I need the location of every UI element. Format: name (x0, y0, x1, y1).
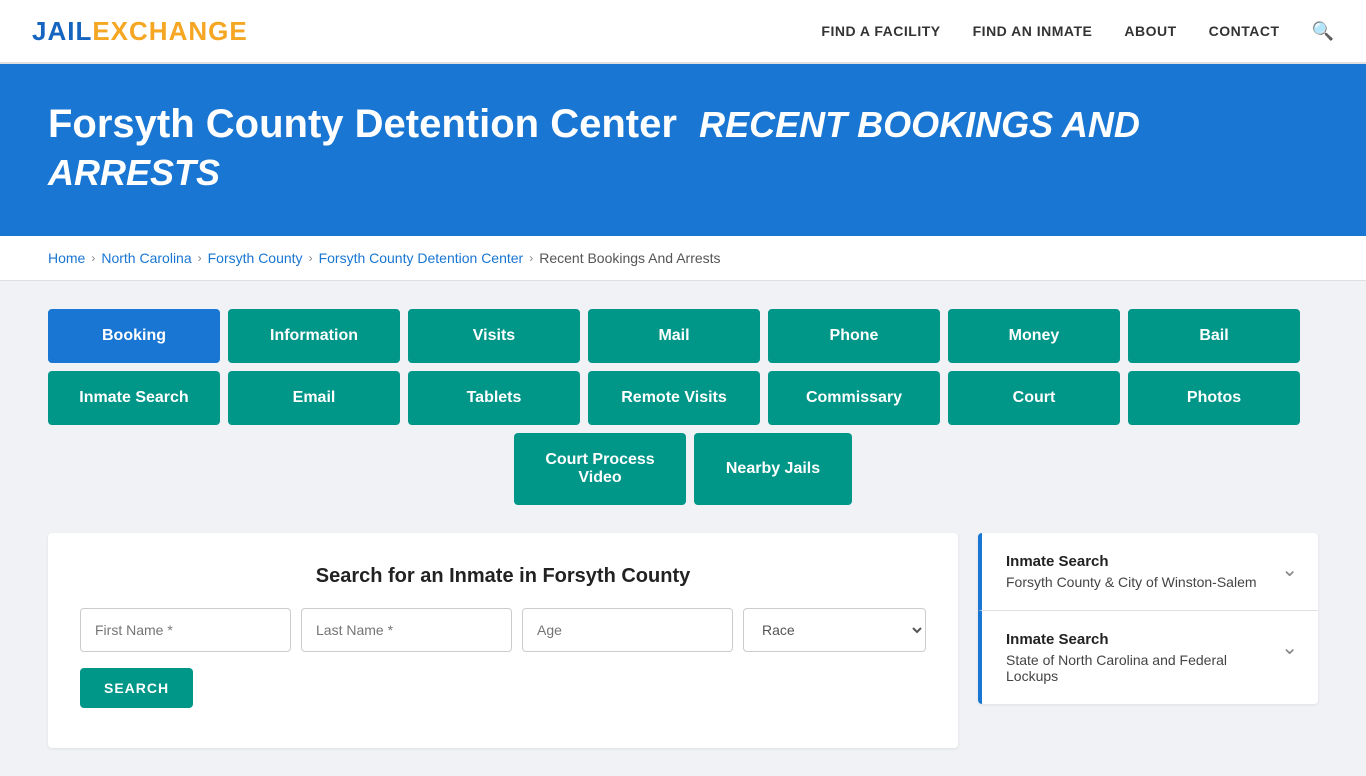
breadcrumb-north-carolina[interactable]: North Carolina (101, 250, 191, 266)
race-select[interactable]: RaceWhiteBlackHispanicAsianOther (743, 608, 926, 652)
first-name-input[interactable] (80, 608, 291, 652)
search-title: Search for an Inmate in Forsyth County (80, 565, 926, 588)
breadcrumb-separator: › (198, 251, 202, 265)
tab-visits[interactable]: Visits (408, 309, 580, 363)
tab-row-1: BookingInformationVisitsMailPhoneMoneyBa… (48, 309, 1318, 363)
tab-row-3: Court Process VideoNearby Jails (48, 433, 1318, 505)
tab-nearby-jails[interactable]: Nearby Jails (694, 433, 852, 505)
tab-court-process-video[interactable]: Court Process Video (514, 433, 686, 505)
breadcrumb-forsyth-county[interactable]: Forsyth County (208, 250, 303, 266)
sidebar-item-text: Inmate Search State of North Carolina an… (1006, 631, 1281, 684)
search-icon[interactable]: 🔍 (1312, 21, 1334, 42)
tab-remote-visits[interactable]: Remote Visits (588, 371, 760, 425)
tab-phone[interactable]: Phone (768, 309, 940, 363)
age-input[interactable] (522, 608, 733, 652)
breadcrumb-home[interactable]: Home (48, 250, 85, 266)
logo[interactable]: JAILEXCHANGE (32, 16, 248, 47)
breadcrumb: Home › North Carolina › Forsyth County › Forsy… (0, 236, 1366, 281)
search-fields: RaceWhiteBlackHispanicAsianOther (80, 608, 926, 652)
nav-find-facility[interactable]: FIND A FACILITY (821, 23, 940, 39)
sidebar-panel: Inmate Search Forsyth County & City of W… (978, 533, 1318, 704)
tab-row-2: Inmate SearchEmailTabletsRemote VisitsCo… (48, 371, 1318, 425)
logo-exchange: EXCHANGE (92, 16, 247, 46)
tab-tablets[interactable]: Tablets (408, 371, 580, 425)
tab-booking[interactable]: Booking (48, 309, 220, 363)
navbar: JAILEXCHANGE FIND A FACILITY FIND AN INMA… (0, 0, 1366, 64)
hero-title-main: Forsyth County Detention Center (48, 102, 677, 146)
tab-bail[interactable]: Bail (1128, 309, 1300, 363)
breadcrumb-separator: › (529, 251, 533, 265)
tab-inmate-search[interactable]: Inmate Search (48, 371, 220, 425)
tab-commissary[interactable]: Commissary (768, 371, 940, 425)
breadcrumb-detention-center[interactable]: Forsyth County Detention Center (319, 250, 524, 266)
lower-section: Search for an Inmate in Forsyth County R… (48, 533, 1318, 748)
nav-find-inmate[interactable]: FIND AN INMATE (973, 23, 1093, 39)
tab-court[interactable]: Court (948, 371, 1120, 425)
sidebar-item-subtitle: Forsyth County & City of Winston-Salem (1006, 574, 1257, 590)
nav-about[interactable]: ABOUT (1124, 23, 1176, 39)
hero-banner: Forsyth County Detention Center RECENT B… (0, 64, 1366, 236)
chevron-down-icon: ⌄ (1281, 635, 1298, 660)
nav-links: FIND A FACILITY FIND AN INMATE ABOUT CONTAC… (821, 21, 1334, 42)
breadcrumb-separator: › (91, 251, 95, 265)
tab-grid: BookingInformationVisitsMailPhoneMoneyBa… (48, 309, 1318, 505)
nav-contact[interactable]: CONTACT (1209, 23, 1280, 39)
sidebar-item-title: Inmate Search (1006, 631, 1281, 648)
sidebar-item-subtitle: State of North Carolina and Federal Lock… (1006, 652, 1281, 684)
breadcrumb-recent-bookings: Recent Bookings And Arrests (539, 250, 720, 266)
search-button[interactable]: SEARCH (80, 668, 193, 708)
page-title: Forsyth County Detention Center RECENT B… (48, 100, 1318, 196)
tab-information[interactable]: Information (228, 309, 400, 363)
main-content: BookingInformationVisitsMailPhoneMoneyBa… (0, 281, 1366, 776)
sidebar-inmate-search-forsyth[interactable]: Inmate Search Forsyth County & City of W… (978, 533, 1318, 611)
sidebar-inmate-search-nc[interactable]: Inmate Search State of North Carolina an… (978, 611, 1318, 704)
sidebar-item-title: Inmate Search (1006, 553, 1257, 570)
chevron-down-icon: ⌄ (1281, 557, 1298, 582)
tab-photos[interactable]: Photos (1128, 371, 1300, 425)
search-panel: Search for an Inmate in Forsyth County R… (48, 533, 958, 748)
logo-jail: JAIL (32, 16, 92, 46)
last-name-input[interactable] (301, 608, 512, 652)
tab-mail[interactable]: Mail (588, 309, 760, 363)
tab-money[interactable]: Money (948, 309, 1120, 363)
breadcrumb-separator: › (309, 251, 313, 265)
tab-email[interactable]: Email (228, 371, 400, 425)
sidebar-item-text: Inmate Search Forsyth County & City of W… (1006, 553, 1257, 590)
